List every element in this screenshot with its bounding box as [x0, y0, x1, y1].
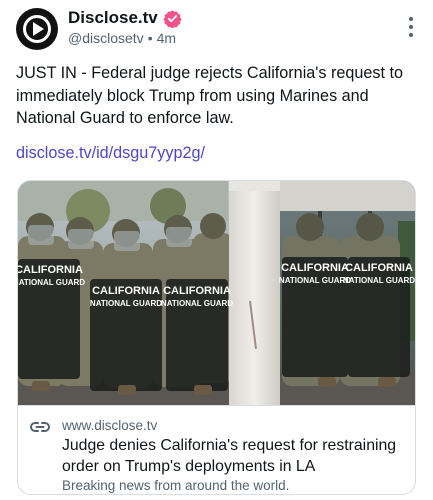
more-vertical-icon[interactable] — [405, 16, 417, 38]
link-icon — [30, 420, 50, 434]
shield-text-4-line2: NATIONAL GUARD — [279, 276, 351, 285]
shield-text-3-line1: CALIFORNIA — [163, 285, 231, 297]
post-timestamp[interactable]: 4m — [157, 30, 176, 46]
card-description: Breaking news from around the world. — [62, 478, 290, 493]
shield-text-1-line2: NATIONAL GUARD — [18, 278, 85, 287]
author-name-row: Disclose.tv — [68, 7, 182, 29]
author-handle[interactable]: @disclosetv — [68, 30, 144, 46]
card-title[interactable]: Judge denies California's request for re… — [62, 436, 407, 477]
shield-text-3-line2: NATIONAL GUARD — [161, 299, 233, 308]
play-logo-icon — [33, 22, 44, 36]
avatar[interactable] — [16, 8, 58, 50]
shield-text-2-line1: CALIFORNIA — [92, 285, 160, 297]
card-domain: www.disclose.tv — [62, 418, 158, 433]
shield-text-5-line2: NATIONAL GUARD — [343, 276, 415, 285]
meta-separator: • — [147, 30, 153, 46]
post-header: Disclose.tv @disclosetv • 4m — [14, 6, 423, 50]
post-link[interactable]: disclose.tv/id/dsgu7yyp2g/ — [16, 144, 205, 163]
verified-badge-icon — [163, 9, 182, 29]
post-text: JUST IN - Federal judge rejects Californ… — [16, 64, 403, 127]
link-preview-card[interactable]: CALIFORNIA NATIONAL GUARD CALIFORNIA NAT… — [17, 180, 416, 495]
shield-text-1-line1: CALIFORNIA — [18, 264, 83, 276]
author-meta: @disclosetv • 4m — [68, 30, 176, 46]
author-name[interactable]: Disclose.tv — [68, 8, 158, 28]
shield-text-5-line1: CALIFORNIA — [345, 262, 413, 274]
shield-text-2-line2: NATIONAL GUARD — [90, 299, 162, 308]
shield-text-4-line1: CALIFORNIA — [281, 262, 349, 274]
card-image[interactable]: CALIFORNIA NATIONAL GUARD CALIFORNIA NAT… — [18, 181, 415, 405]
card-footer[interactable]: www.disclose.tv Judge denies California'… — [18, 405, 415, 494]
